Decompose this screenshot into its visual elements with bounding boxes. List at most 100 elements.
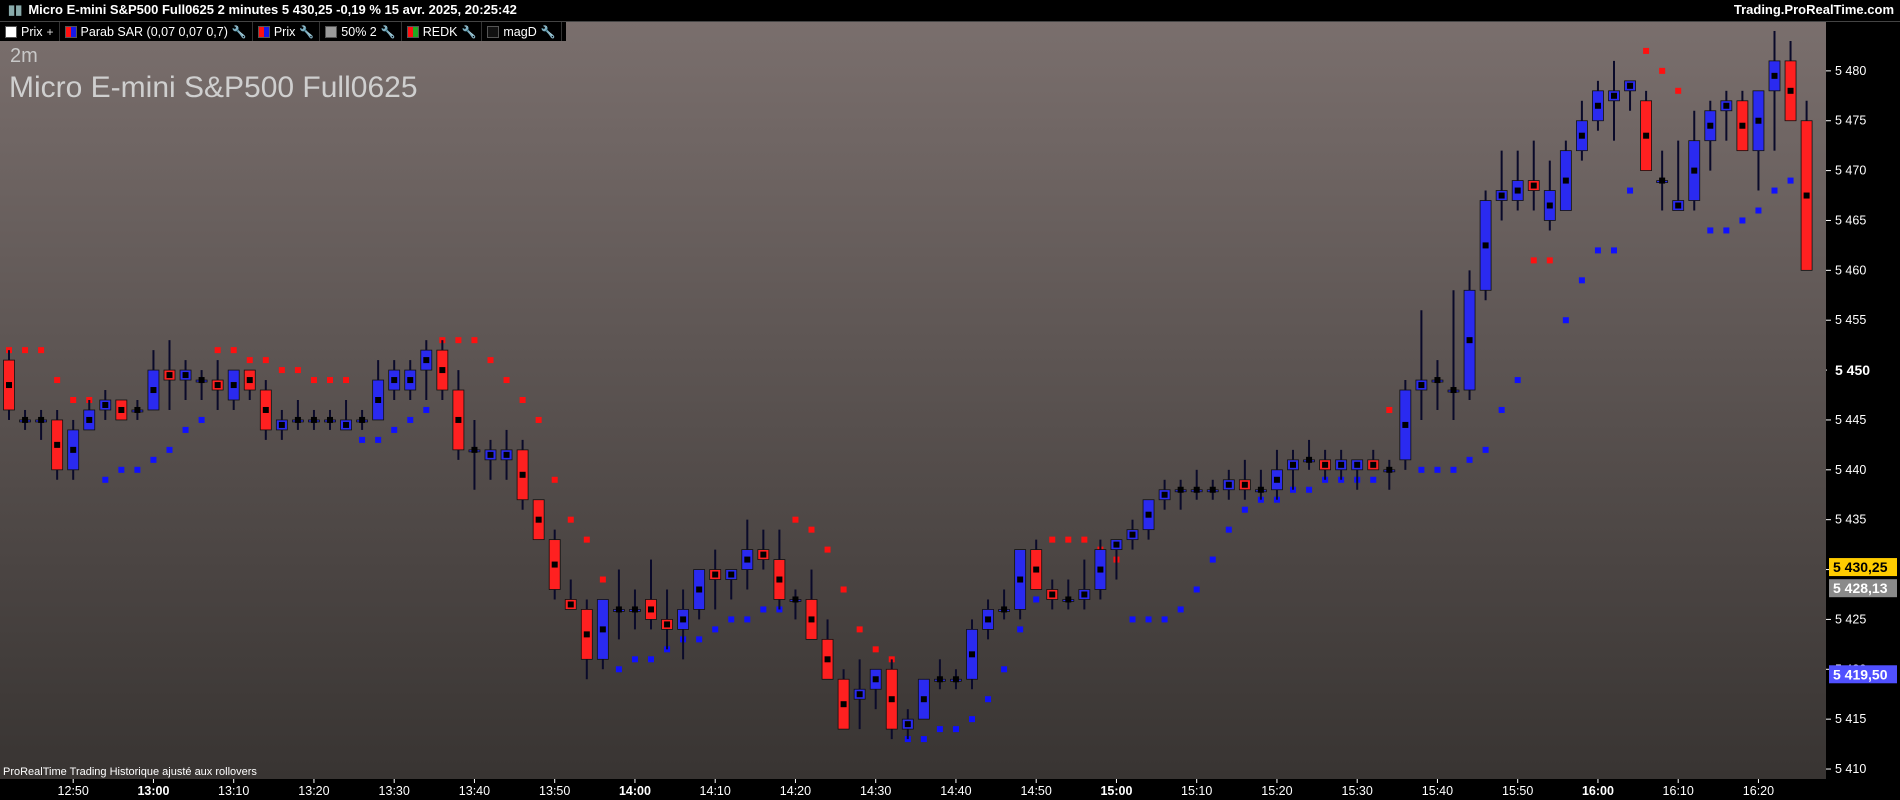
sar-dot	[102, 476, 109, 483]
candle-center-marker	[1643, 132, 1650, 139]
candle[interactable]	[1559, 140, 1572, 211]
candle-center-marker	[680, 616, 687, 623]
wrench-icon[interactable]: 🔧	[461, 25, 476, 39]
sar-dot	[1370, 476, 1377, 483]
sar-dot	[872, 646, 879, 653]
sar-dot	[198, 416, 205, 423]
y-tick-label: 5 440	[1835, 463, 1866, 477]
candle[interactable]	[1014, 549, 1027, 620]
candle-center-marker	[567, 601, 574, 608]
candle[interactable]	[885, 659, 898, 740]
time-axis-panel[interactable]	[0, 779, 1826, 800]
candle-center-marker	[214, 382, 221, 389]
price-badge-label[interactable]: 5 419,50	[1833, 666, 1888, 682]
title-bar: ▮▮ Micro E-mini S&P500 Full0625 2 minutes…	[0, 0, 1900, 22]
candle-center-marker	[1707, 122, 1714, 129]
sar-dot	[1707, 227, 1714, 234]
wrench-icon[interactable]: 🔧	[541, 25, 556, 39]
x-tick-label: 16:20	[1743, 784, 1774, 798]
candle-center-marker	[1434, 377, 1441, 384]
legend-item-price-2[interactable]: Prix 🔧	[253, 22, 321, 41]
candle[interactable]	[532, 499, 545, 541]
wrench-icon[interactable]: 🔧	[381, 25, 396, 39]
legend-item-redk[interactable]: REDK 🔧	[402, 22, 483, 41]
candle[interactable]	[115, 399, 128, 421]
sar-dot	[1627, 187, 1634, 194]
legend-item-50pct[interactable]: 50% 2 🔧	[320, 22, 402, 41]
y-tick-label: 5 410	[1835, 762, 1866, 776]
candle-center-marker	[1771, 72, 1778, 79]
candle-center-marker	[856, 691, 863, 698]
candle-center-marker	[599, 626, 606, 633]
sar-dot	[728, 616, 735, 623]
sar-dot	[1418, 466, 1425, 473]
x-tick-label: 15:20	[1261, 784, 1292, 798]
candle-center-marker	[6, 382, 12, 389]
legend-label: Parab SAR (0,07 0,07 0,7)	[80, 24, 228, 39]
candle-center-marker	[1145, 511, 1152, 518]
sar-dot	[1482, 446, 1489, 453]
sar-swatch-icon	[64, 25, 77, 38]
sar-dot	[1787, 177, 1794, 184]
candle-center-marker	[1241, 481, 1248, 488]
candle[interactable]	[548, 529, 561, 600]
candle[interactable]	[1399, 380, 1412, 470]
candle[interactable]	[917, 678, 930, 720]
sar-dot	[294, 367, 301, 374]
price-badge-label[interactable]: 5 428,13	[1833, 580, 1888, 596]
candle-center-marker	[696, 586, 703, 593]
legend-item-parab-sar[interactable]: Parab SAR (0,07 0,07 0,7) 🔧	[60, 22, 253, 41]
candle-center-marker	[1691, 167, 1698, 174]
sar-dot	[118, 466, 125, 473]
wrench-icon[interactable]: 🔧	[299, 25, 314, 39]
x-tick-label: 13:40	[459, 784, 490, 798]
candle[interactable]	[596, 599, 609, 670]
instrument-watermark: Micro E-mini S&P500 Full0625	[9, 71, 418, 104]
candle-center-marker	[1594, 102, 1601, 109]
candle-center-marker	[54, 441, 61, 448]
wrench-icon[interactable]: 🔧	[232, 25, 247, 39]
sar-dot	[487, 357, 494, 364]
legend-item-price[interactable]: Prix +	[0, 22, 60, 41]
candle[interactable]	[516, 439, 529, 510]
x-tick-label: 14:10	[700, 784, 731, 798]
x-tick-label: 14:30	[860, 784, 891, 798]
candle[interactable]	[1640, 90, 1652, 172]
candle[interactable]	[1479, 190, 1492, 301]
candle-center-marker	[327, 416, 333, 423]
redk-swatch-icon	[406, 25, 419, 38]
sar-dot	[1578, 277, 1585, 284]
candle[interactable]	[966, 619, 978, 690]
candle-center-marker	[792, 596, 799, 603]
candle[interactable]	[3, 350, 15, 420]
candle-center-marker	[1482, 242, 1489, 249]
x-tick-label: 12:50	[58, 784, 89, 798]
plus-icon[interactable]: +	[47, 25, 54, 39]
price-badge-label[interactable]: 5 430,25	[1833, 559, 1888, 575]
legend-item-magd[interactable]: magD 🔧	[482, 22, 562, 41]
candle-center-marker	[359, 416, 366, 423]
legend-label: 50% 2	[341, 24, 377, 39]
sar-dot	[1514, 377, 1521, 384]
candle-center-marker	[551, 561, 558, 568]
sar-dot	[1755, 207, 1762, 214]
indicator-legend: Prix + Parab SAR (0,07 0,07 0,7) 🔧 Prix …	[0, 22, 566, 41]
candle-center-marker	[744, 556, 751, 563]
sar-dot	[952, 726, 959, 733]
brand-label[interactable]: Trading.ProRealTime.com	[1734, 2, 1894, 17]
candle[interactable]	[1800, 100, 1813, 271]
sar-dot	[1530, 257, 1537, 264]
price-chart[interactable]: 2m Micro E-mini S&P500 Full0625 ProRealT…	[0, 0, 1900, 800]
sar-dot	[808, 526, 815, 533]
legend-label: Prix	[21, 24, 43, 39]
x-tick-label: 13:50	[539, 784, 570, 798]
sar-dot	[327, 377, 333, 384]
sar-dot	[985, 696, 992, 703]
candle[interactable]	[51, 409, 64, 480]
sar-dot	[1065, 536, 1072, 543]
candle-center-marker	[1514, 187, 1521, 194]
sar-dot	[1434, 466, 1441, 473]
candle-center-marker	[1611, 92, 1617, 99]
sar-dot	[744, 616, 751, 623]
y-tick-label: 5 475	[1835, 114, 1866, 128]
